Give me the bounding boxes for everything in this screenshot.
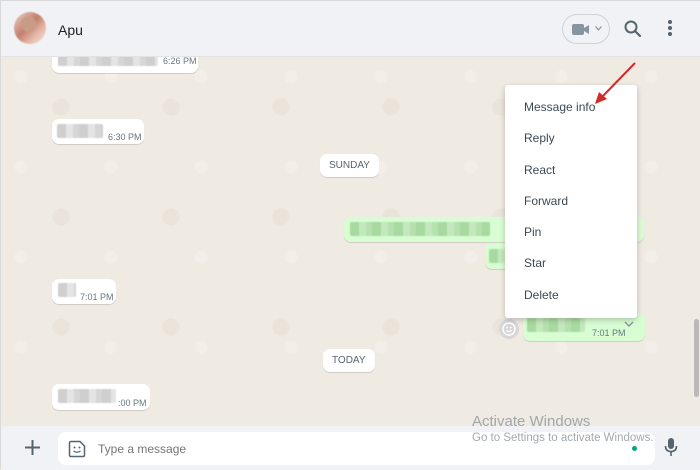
message-time: 6:30 PM: [108, 132, 142, 142]
message-bubble[interactable]: :00 PM: [52, 384, 150, 410]
microphone-icon: [664, 438, 678, 456]
chevron-down-icon: [595, 26, 602, 31]
menu-item-delete[interactable]: Delete: [505, 280, 637, 311]
message-time: 7:01 PM: [592, 328, 626, 338]
sticker-icon[interactable]: [68, 440, 86, 458]
activation-watermark-title: Activate Windows: [472, 413, 591, 430]
menu-item-reply[interactable]: Reply: [505, 123, 637, 154]
message-time: 7:01 PM: [80, 292, 114, 302]
scrollbar[interactable]: [694, 319, 699, 397]
avatar[interactable]: [14, 12, 46, 44]
activation-watermark-subtitle: Go to Settings to activate Windows.: [472, 432, 654, 444]
date-separator: TODAY: [323, 349, 375, 372]
app-window: Apu 6:26 PM 6:30 PM SUNDAY 7:01 PM 7:01 …: [0, 0, 700, 470]
contact-name[interactable]: Apu: [58, 22, 83, 38]
search-button[interactable]: [624, 20, 642, 42]
redacted-text: [58, 57, 158, 66]
voice-message-button[interactable]: [664, 437, 678, 462]
message-time: :00 PM: [118, 398, 147, 408]
menu-item-star[interactable]: Star: [505, 248, 637, 279]
kebab-menu-icon: [668, 20, 672, 36]
redacted-text: [57, 124, 103, 138]
plus-icon: [25, 440, 40, 455]
redacted-text: [489, 249, 505, 263]
menu-button[interactable]: [667, 19, 673, 42]
message-input[interactable]: [98, 442, 398, 456]
annotation-arrow-icon: [595, 62, 636, 104]
attach-button[interactable]: [24, 439, 41, 461]
message-context-menu: Message info Reply React Forward Pin Sta…: [505, 85, 637, 318]
chat-header: Apu: [1, 1, 700, 57]
menu-item-react[interactable]: React: [505, 155, 637, 186]
search-icon: [624, 20, 642, 38]
message-bubble[interactable]: 6:30 PM: [52, 119, 144, 144]
video-call-button[interactable]: [562, 14, 610, 44]
video-camera-icon: [572, 24, 589, 35]
redacted-text: [58, 283, 76, 297]
menu-item-pin[interactable]: Pin: [505, 217, 637, 248]
redacted-text: [527, 318, 585, 332]
emoji-icon: [502, 322, 516, 336]
status-dot: [632, 446, 637, 451]
menu-item-forward[interactable]: Forward: [505, 186, 637, 217]
message-bubble[interactable]: 6:26 PM: [52, 57, 198, 73]
message-time: 6:26 PM: [163, 57, 197, 66]
chevron-down-icon[interactable]: [624, 321, 634, 328]
date-separator: SUNDAY: [320, 154, 379, 177]
react-button[interactable]: [499, 319, 519, 339]
redacted-text: [58, 389, 116, 403]
message-bubble[interactable]: 7:01 PM: [52, 279, 116, 304]
redacted-text: [350, 222, 490, 236]
